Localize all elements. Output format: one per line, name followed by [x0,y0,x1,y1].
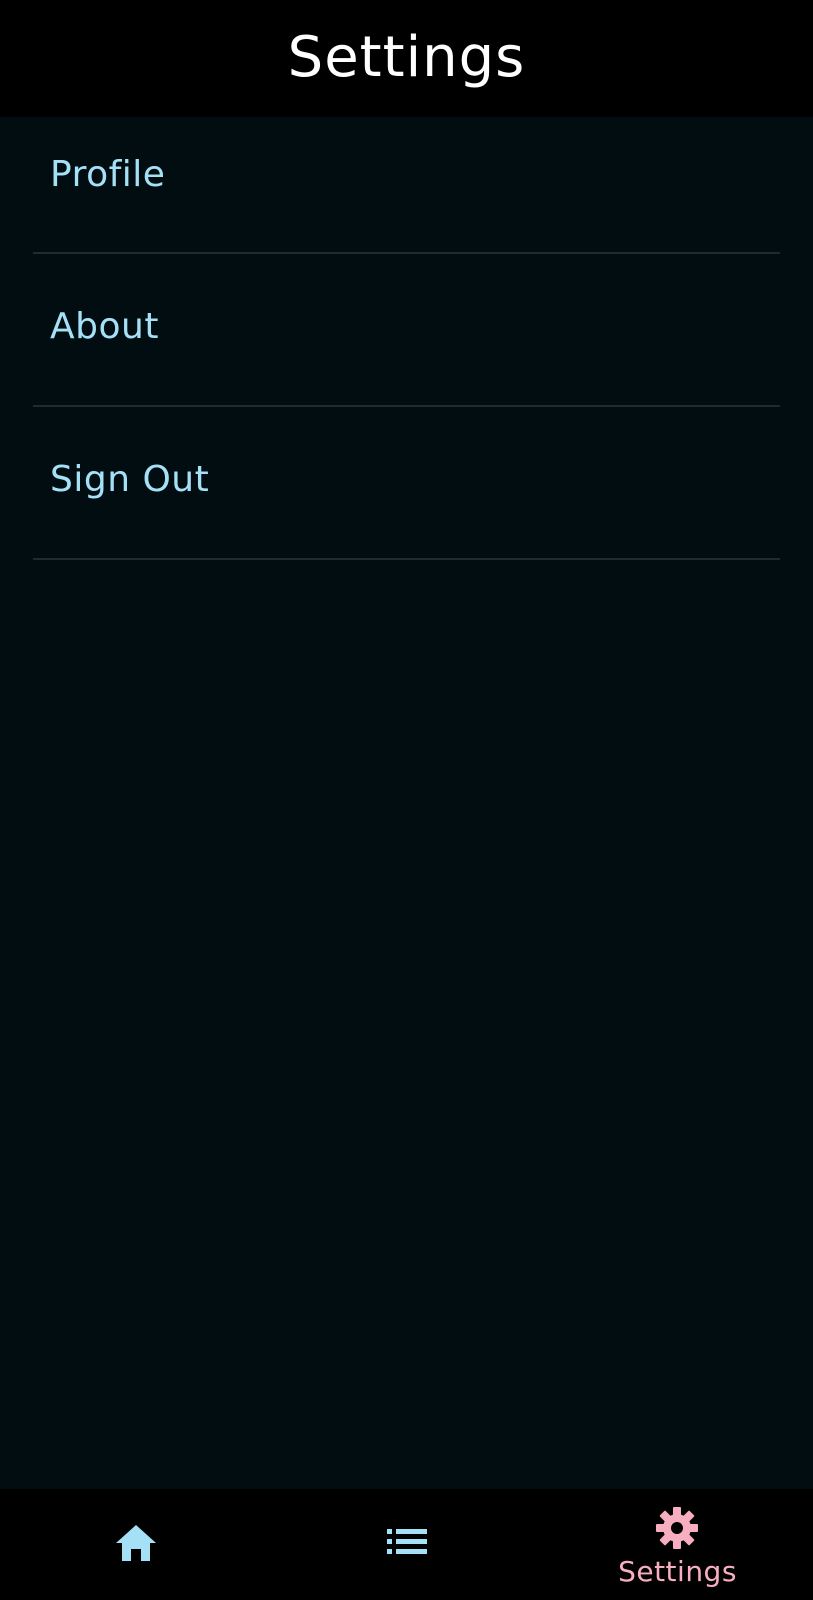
menu-item-sign-out[interactable]: Sign Out [33,407,780,560]
gear-icon [656,1507,698,1549]
settings-menu: Profile About Sign Out [33,117,780,560]
menu-item-label: Profile [50,154,166,195]
nav-item-home[interactable] [0,1489,271,1600]
nav-item-settings[interactable]: Settings [542,1489,813,1600]
settings-content: Profile About Sign Out [0,117,813,1489]
menu-item-label: About [50,306,159,347]
page-title: Settings [287,25,526,90]
nav-item-label: Settings [618,1555,737,1588]
home-icon [116,1525,156,1561]
menu-item-about[interactable]: About [33,254,780,407]
app-header: Settings [0,0,813,117]
bottom-navigation-bar: Settings [0,1489,813,1600]
menu-item-label: Sign Out [50,459,210,500]
menu-item-profile[interactable]: Profile [33,117,780,254]
nav-item-list[interactable] [271,1489,542,1600]
list-icon [387,1529,427,1554]
